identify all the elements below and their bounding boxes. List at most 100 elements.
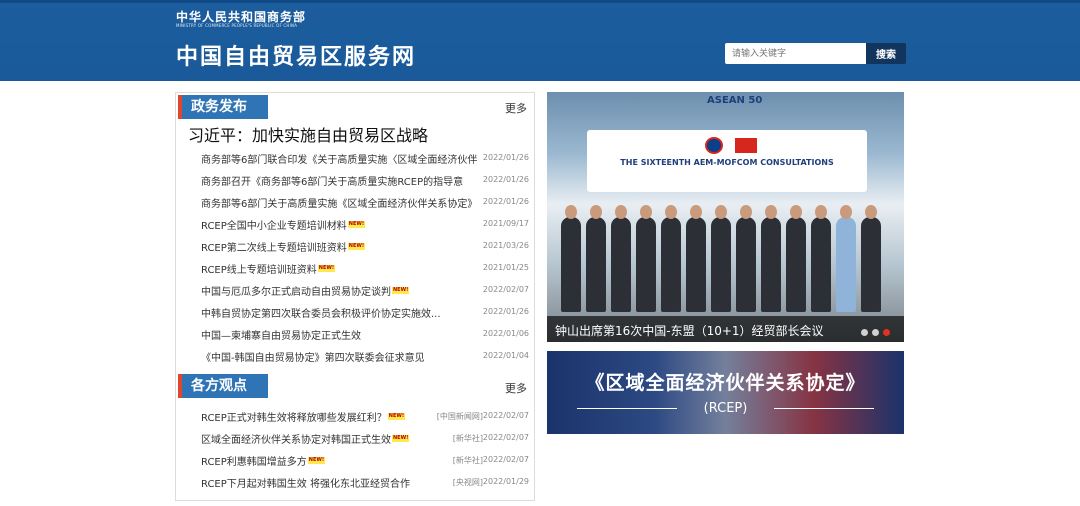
list-item[interactable]: 区域全面经济伙伴关系协定对韩国正式生效 NEW! [新华社] 2022/02/07	[201, 426, 529, 448]
headline-link[interactable]: 习近平：加快实施自由贸易区战略	[188, 122, 428, 146]
news-date: 2021/01/25	[482, 263, 529, 272]
delegate-head	[690, 205, 702, 219]
news-date: 2022/02/07	[482, 433, 529, 442]
search-input[interactable]	[725, 43, 866, 64]
news-date: 2022/01/26	[482, 307, 529, 316]
list-item[interactable]: 中韩自贸协定第四次联合委员会积极评价协定实施效... 2022/01/26	[201, 300, 529, 322]
news-title-text: RCEP利惠韩国增益多方	[201, 457, 307, 468]
news-title-link[interactable]: RCEP下月起对韩国生效 将强化东北亚经贸合作	[201, 475, 410, 490]
china-flag-icon	[735, 138, 757, 153]
news-date: 2022/02/07	[482, 455, 529, 464]
news-title-link[interactable]: RCEP第二次线上专题培训班资料 NEW!	[201, 239, 366, 254]
rcep-banner-title: 《区域全面经济伙伴关系协定》	[585, 372, 866, 394]
site-title[interactable]: 中国自由贸易区服务网	[176, 39, 416, 71]
news-title-text: 区域全面经济伙伴关系协定对韩国正式生效	[201, 435, 391, 446]
news-title-link[interactable]: RCEP全国中小企业专题培训材料 NEW!	[201, 217, 366, 232]
slideshow-caption-bar: 钟山出席第16次中国-东盟（10+1）经贸部长会议	[547, 316, 904, 342]
news-date: 2022/01/26	[482, 197, 529, 206]
news-date: 2022/01/06	[482, 329, 529, 338]
news-title-text: RCEP线上专题培训班资料	[201, 265, 317, 276]
list-item[interactable]: 中国与厄瓜多尔正式启动自由贸易协定谈判 NEW! 2022/02/07	[201, 278, 529, 300]
news-date: 2021/09/17	[482, 219, 529, 228]
slideshow-caption[interactable]: 钟山出席第16次中国-东盟（10+1）经贸部长会议	[555, 322, 824, 339]
slide-dot-3[interactable]	[883, 329, 890, 336]
delegate-head	[790, 205, 802, 219]
delegate-figure	[761, 205, 781, 312]
list-item[interactable]: 《中国-韩国自由贸易协定》第四次联委会征求意见 2022/01/04	[201, 344, 529, 366]
tab-opinions[interactable]: 各方观点	[178, 374, 268, 398]
delegate-figure	[586, 205, 606, 312]
news-title-link[interactable]: 《中国-韩国自由贸易协定》第四次联委会征求意见	[201, 349, 425, 364]
delegate-figure	[736, 205, 756, 312]
news-title-link[interactable]: RCEP正式对韩生效将释放哪些发展红利？ NEW!	[201, 409, 406, 424]
new-badge-icon: NEW!	[392, 435, 410, 442]
news-title-link[interactable]: RCEP线上专题培训班资料 NEW!	[201, 261, 336, 276]
asean-flag-icon	[705, 137, 723, 154]
news-title-link[interactable]: 商务部等6部门联合印发《关于高质量实施〈区域全面经济伙伴	[201, 151, 477, 166]
new-badge-icon: NEW!	[387, 413, 406, 420]
delegate-head	[565, 205, 577, 219]
news-title-text: RCEP第二次线上专题培训班资料	[201, 243, 347, 254]
slide-dot-2[interactable]	[872, 329, 879, 336]
news-title-link[interactable]: 商务部召开《商务部等6部门关于高质量实施RCEP的指导意	[201, 173, 463, 188]
conference-banner-text: THE SIXTEENTH AEM-MOFCOM CONSULTATIONS	[620, 158, 834, 167]
news-title-link[interactable]: 中国与厄瓜多尔正式启动自由贸易协定谈判 NEW!	[201, 283, 410, 298]
news-title-link[interactable]: 区域全面经济伙伴关系协定对韩国正式生效 NEW!	[201, 431, 410, 446]
delegate-head	[815, 205, 827, 219]
list-item[interactable]: RCEP第二次线上专题培训班资料 NEW! 2021/03/26	[201, 234, 529, 256]
news-date: 2022/01/04	[482, 351, 529, 360]
list-item[interactable]: RCEP正式对韩生效将释放哪些发展红利？ NEW! [中国新闻网] 2022/02/0…	[201, 404, 529, 426]
news-date: 2022/01/26	[482, 153, 529, 162]
new-badge-icon: NEW!	[347, 243, 366, 250]
delegate-figure	[561, 205, 581, 312]
news-source: [新华社]	[452, 456, 483, 465]
news-title-text: 中国与厄瓜多尔正式启动自由贸易协定谈判	[201, 287, 391, 298]
rcep-banner[interactable]: 《区域全面经济伙伴关系协定》 (RCEP)	[547, 351, 904, 434]
conference-banner: THE SIXTEENTH AEM-MOFCOM CONSULTATIONS	[587, 130, 867, 192]
opinions-more-link[interactable]: 更多	[505, 380, 527, 396]
gov-news-more-link[interactable]: 更多	[505, 100, 527, 116]
new-badge-icon: NEW!	[347, 221, 366, 228]
slide-dot-1[interactable]	[861, 329, 868, 336]
list-item[interactable]: RCEP全国中小企业专题培训材料 NEW! 2021/09/17	[201, 212, 529, 234]
asean-50-logo: ASEAN 50	[707, 95, 763, 106]
news-source: [央视网]	[452, 478, 483, 487]
new-badge-icon: NEW!	[317, 265, 336, 272]
list-item[interactable]: RCEP利惠韩国增益多方 NEW! [新华社] 2022/02/07	[201, 448, 529, 470]
ministry-logo-english: MINISTRY OF COMMERCE PEOPLE'S REPUBLIC O…	[176, 23, 298, 28]
delegate-figure	[711, 205, 731, 312]
delegate-head	[715, 205, 727, 219]
search-button[interactable]: 搜索	[866, 43, 906, 64]
list-item[interactable]: 商务部等6部门联合印发《关于高质量实施〈区域全面经济伙伴 2022/01/26	[201, 146, 529, 168]
delegate-figure	[861, 205, 881, 312]
news-title-link[interactable]: RCEP利惠韩国增益多方 NEW!	[201, 453, 326, 468]
news-title-text: RCEP全国中小企业专题培训材料	[201, 221, 347, 232]
news-source: [中国新闻网]	[436, 412, 483, 421]
list-item[interactable]: 中国—柬埔寨自由贸易协定正式生效 2022/01/06	[201, 322, 529, 344]
news-title-link[interactable]: 商务部等6部门关于高质量实施《区域全面经济伙伴关系协定》	[201, 195, 477, 210]
news-title-text: 商务部召开《商务部等6部门关于高质量实施RCEP的指导意	[201, 177, 464, 188]
site-header: 中华人民共和国商务部 MINISTRY OF COMMERCE PEOPLE'S…	[0, 0, 1080, 81]
news-slideshow[interactable]: ASEAN 50 THE SIXTEENTH AEM-MOFCOM CONSUL…	[547, 92, 904, 342]
list-item[interactable]: RCEP下月起对韩国生效 将强化东北亚经贸合作 [央视网] 2022/01/29	[201, 470, 529, 492]
news-title-text: RCEP正式对韩生效将释放哪些发展红利？	[201, 413, 387, 424]
news-date: 2022/01/29	[482, 477, 529, 486]
delegate-figure	[836, 205, 856, 312]
delegate-head	[865, 205, 877, 219]
list-item[interactable]: 商务部等6部门关于高质量实施《区域全面经济伙伴关系协定》 2022/01/26	[201, 190, 529, 212]
news-title-link[interactable]: 中韩自贸协定第四次联合委员会积极评价协定实施效...	[201, 305, 441, 320]
news-title-text: 中韩自贸协定第四次联合委员会积极评价协定实施效...	[201, 309, 441, 320]
news-date: 2022/02/07	[482, 285, 529, 294]
news-title-text: 中国—柬埔寨自由贸易协定正式生效	[201, 331, 361, 342]
news-source: [新华社]	[452, 434, 483, 443]
delegate-figure	[786, 205, 806, 312]
tab-gov-news[interactable]: 政务发布	[178, 95, 268, 119]
news-title-link[interactable]: 中国—柬埔寨自由贸易协定正式生效	[201, 327, 361, 342]
list-item[interactable]: 商务部召开《商务部等6部门关于高质量实施RCEP的指导意 2022/01/26	[201, 168, 529, 190]
news-date: 2021/03/26	[482, 241, 529, 250]
delegate-head	[765, 205, 777, 219]
list-item[interactable]: RCEP线上专题培训班资料 NEW! 2021/01/25	[201, 256, 529, 278]
news-title-text: 商务部等6部门联合印发《关于高质量实施〈区域全面经济伙伴	[201, 155, 478, 166]
new-badge-icon: NEW!	[307, 457, 326, 464]
header-top-line	[0, 0, 1080, 3]
